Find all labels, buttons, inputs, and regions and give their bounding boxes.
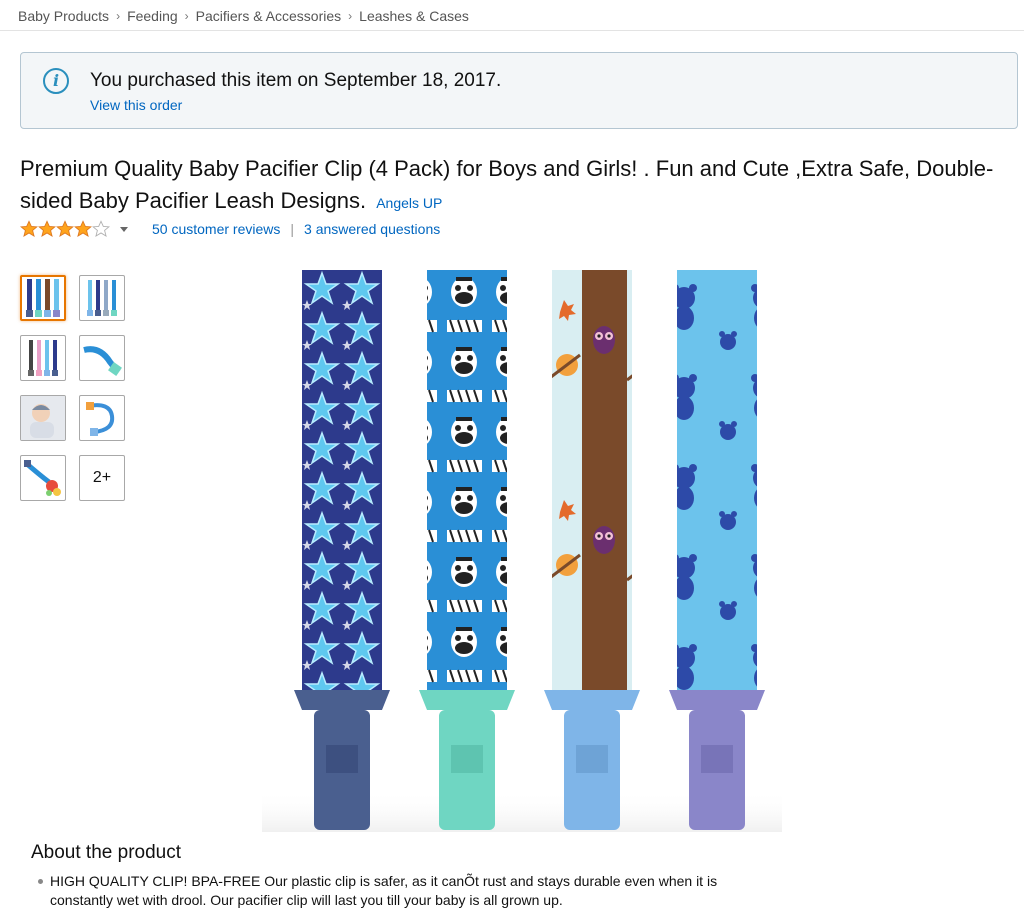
breadcrumb-separator: › — [184, 9, 189, 23]
chevron-down-icon[interactable] — [120, 226, 128, 232]
strap-zebra — [427, 270, 507, 690]
purchase-message: You purchased this item on September 18,… — [90, 70, 502, 91]
clip-with-toy-thumb-image — [24, 460, 61, 496]
star-rating[interactable] — [20, 220, 110, 238]
breadcrumb: Baby Products › Feeding › Pacifiers & Ac… — [18, 8, 469, 24]
thumbnail-mixed-clips[interactable] — [20, 335, 66, 381]
thumbnail-baby-photo[interactable] — [20, 395, 66, 441]
breadcrumb-feeding[interactable]: Feeding — [127, 8, 178, 24]
mixed-clips-thumb-image — [28, 340, 58, 376]
breadcrumb-separator: › — [348, 9, 353, 23]
answered-questions-link[interactable]: 3 answered questions — [304, 221, 440, 237]
star-filled-icon — [20, 220, 38, 237]
customer-reviews-link[interactable]: 50 customer reviews — [152, 221, 280, 237]
star-filled-icon — [74, 220, 92, 237]
star-empty-icon — [92, 220, 110, 237]
about-bullets: HIGH QUALITY CLIP! BPA-FREE Our plastic … — [36, 872, 776, 910]
thumbnail-clip-closeup[interactable] — [79, 335, 125, 381]
divider — [0, 30, 1024, 31]
product-title: Premium Quality Baby Pacifier Clip (4 Pa… — [20, 156, 994, 213]
strap-owl — [552, 270, 632, 690]
strap-bears — [677, 270, 757, 690]
thumbnail-four-clips[interactable] — [20, 275, 66, 321]
breadcrumb-pacifiers-accessories[interactable]: Pacifiers & Accessories — [196, 8, 342, 24]
blue-clips-thumb-image — [87, 280, 117, 316]
product-title-block: Premium Quality Baby Pacifier Clip (4 Pa… — [20, 153, 1010, 219]
clip-curled-thumb-image — [86, 402, 115, 436]
thumbnail-blue-clips[interactable] — [79, 275, 125, 321]
about-bullet: HIGH QUALITY CLIP! BPA-FREE Our plastic … — [36, 872, 776, 910]
clip-closeup-thumb-image — [83, 346, 122, 376]
four-clips-thumb-image — [26, 279, 60, 317]
star-filled-icon — [38, 220, 56, 237]
info-icon: i — [43, 68, 69, 94]
about-heading: About the product — [31, 842, 181, 863]
thumbnail-clip-with-toy[interactable] — [20, 455, 66, 501]
breadcrumb-separator: › — [116, 9, 121, 23]
thumbnail-clip-curled[interactable] — [79, 395, 125, 441]
rating-row: 50 customer reviews | 3 answered questio… — [20, 220, 440, 238]
breadcrumb-baby-products[interactable]: Baby Products — [18, 8, 109, 24]
more-images-button[interactable]: 2+ — [79, 455, 125, 501]
baby-photo-thumb-image — [21, 396, 65, 440]
star-filled-icon — [56, 220, 74, 237]
brand-link[interactable]: Angels UP — [376, 195, 442, 211]
strap-stars — [302, 270, 382, 690]
view-order-link[interactable]: View this order — [90, 97, 182, 113]
purchase-notice: i You purchased this item on September 1… — [20, 52, 1018, 129]
separator: | — [290, 221, 295, 237]
main-product-image[interactable] — [262, 270, 782, 832]
breadcrumb-leashes-cases[interactable]: Leashes & Cases — [359, 8, 469, 24]
